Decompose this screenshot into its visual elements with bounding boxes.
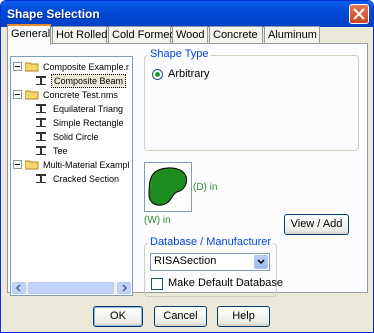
close-button[interactable] bbox=[349, 4, 369, 24]
shape-tree[interactable]: Composite Example.r Composite Beam Concr… bbox=[10, 56, 133, 296]
tab-aluminum[interactable]: Aluminum bbox=[264, 26, 320, 44]
shape-selection-dialog: Shape Selection General Hot Rolled Cold … bbox=[0, 0, 374, 333]
database-select-value: RISASection bbox=[154, 255, 217, 267]
folder-icon bbox=[25, 160, 39, 170]
tab-concrete[interactable]: Concrete bbox=[209, 26, 263, 44]
collapse-toggle[interactable] bbox=[13, 160, 22, 169]
window-title: Shape Selection bbox=[7, 7, 100, 21]
folder-icon bbox=[25, 90, 39, 100]
tab-wood[interactable]: Wood bbox=[172, 26, 208, 44]
tab-hot-rolled[interactable]: Hot Rolled bbox=[52, 26, 107, 44]
depth-label: (D) in bbox=[193, 182, 218, 193]
title-bar[interactable]: Shape Selection bbox=[1, 1, 373, 27]
close-icon bbox=[353, 8, 365, 20]
scroll-left-button[interactable] bbox=[12, 282, 26, 294]
view-add-button[interactable]: View / Add bbox=[284, 214, 349, 235]
collapse-toggle[interactable] bbox=[13, 90, 22, 99]
collapse-toggle[interactable] bbox=[13, 62, 22, 71]
i-beam-icon bbox=[36, 118, 46, 127]
scroll-thumb[interactable] bbox=[28, 282, 114, 294]
chevron-left-icon bbox=[15, 284, 21, 292]
tab-general[interactable]: General bbox=[7, 24, 51, 45]
make-default-label: Make Default Database bbox=[168, 277, 283, 289]
ok-button[interactable]: OK bbox=[93, 306, 143, 327]
shape-preview-drawing bbox=[148, 167, 188, 206]
shape-type-group: Shape Type Arbitrary bbox=[144, 48, 359, 151]
folder-icon bbox=[25, 62, 39, 72]
arbitrary-label: Arbitrary bbox=[168, 68, 210, 80]
i-beam-icon bbox=[36, 76, 46, 85]
tab-cold-formed[interactable]: Cold Formed bbox=[108, 26, 176, 44]
arbitrary-radio[interactable] bbox=[152, 69, 163, 80]
i-beam-icon bbox=[36, 174, 46, 183]
shape-preview bbox=[144, 162, 192, 212]
i-beam-icon bbox=[36, 146, 46, 155]
database-select[interactable]: RISASection bbox=[150, 253, 270, 271]
chevron-right-icon bbox=[122, 284, 128, 292]
database-dropdown-button[interactable] bbox=[254, 255, 268, 269]
scroll-right-button[interactable] bbox=[117, 282, 131, 294]
help-button[interactable]: Help bbox=[217, 306, 270, 327]
make-default-checkbox[interactable] bbox=[151, 278, 163, 290]
i-beam-icon bbox=[36, 104, 46, 113]
cancel-button[interactable]: Cancel bbox=[154, 306, 207, 327]
i-beam-icon bbox=[36, 132, 46, 141]
width-label: (W) in bbox=[144, 215, 171, 226]
chevron-down-icon bbox=[257, 259, 265, 265]
horizontal-scrollbar[interactable] bbox=[12, 282, 131, 294]
